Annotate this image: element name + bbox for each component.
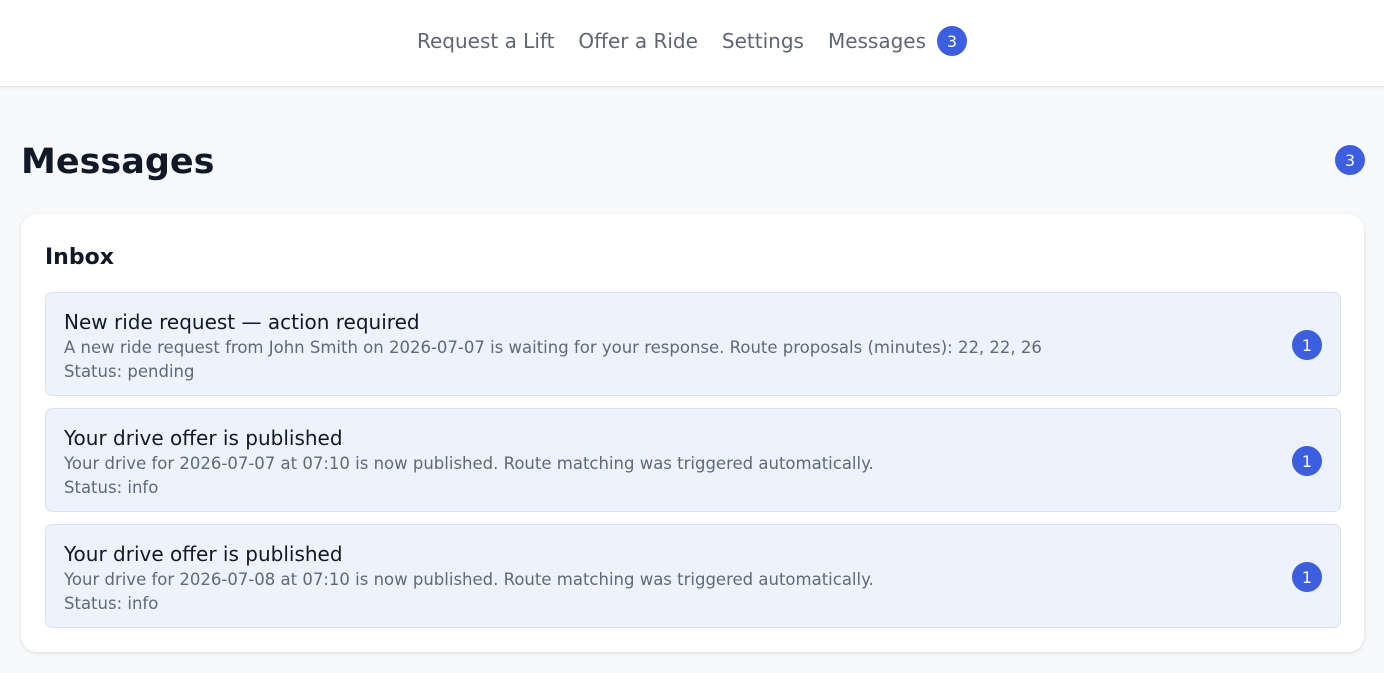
nav-messages[interactable]: Messages 3 [828, 24, 968, 58]
nav-messages-badge: 3 [937, 26, 968, 56]
message-item[interactable]: Your drive offer is published Your drive… [45, 524, 1341, 628]
message-count-badge: 1 [1292, 562, 1322, 592]
unread-count-badge: 3 [1335, 145, 1365, 175]
message-count-badge: 1 [1292, 330, 1322, 360]
message-body: Your drive for 2026-07-08 at 07:10 is no… [64, 570, 874, 589]
message-body: Your drive for 2026-07-07 at 07:10 is no… [64, 454, 874, 473]
message-body: A new ride request from John Smith on 20… [64, 338, 1042, 357]
top-navbar: Request a Lift Offer a Ride Settings Mes… [0, 0, 1384, 87]
page-title: Messages [21, 142, 215, 182]
inbox-card: Inbox New ride request — action required… [21, 214, 1364, 652]
nav-request-lift[interactable]: Request a Lift [417, 24, 554, 58]
message-status: Status: pending [64, 362, 195, 381]
message-status: Status: info [64, 478, 159, 497]
message-status: Status: info [64, 594, 159, 613]
nav-messages-label[interactable]: Messages [828, 24, 926, 58]
message-item[interactable]: Your drive offer is published Your drive… [45, 408, 1341, 512]
nav-offer-ride[interactable]: Offer a Ride [578, 24, 697, 58]
nav-settings[interactable]: Settings [722, 24, 804, 58]
message-title: New ride request — action required [64, 310, 420, 334]
inbox-title: Inbox [45, 245, 114, 270]
message-count-badge: 1 [1292, 446, 1322, 476]
message-item[interactable]: New ride request — action required A new… [45, 292, 1341, 396]
message-title: Your drive offer is published [64, 426, 343, 450]
message-title: Your drive offer is published [64, 542, 343, 566]
main-nav: Request a Lift Offer a Ride Settings Mes… [0, 24, 1384, 58]
